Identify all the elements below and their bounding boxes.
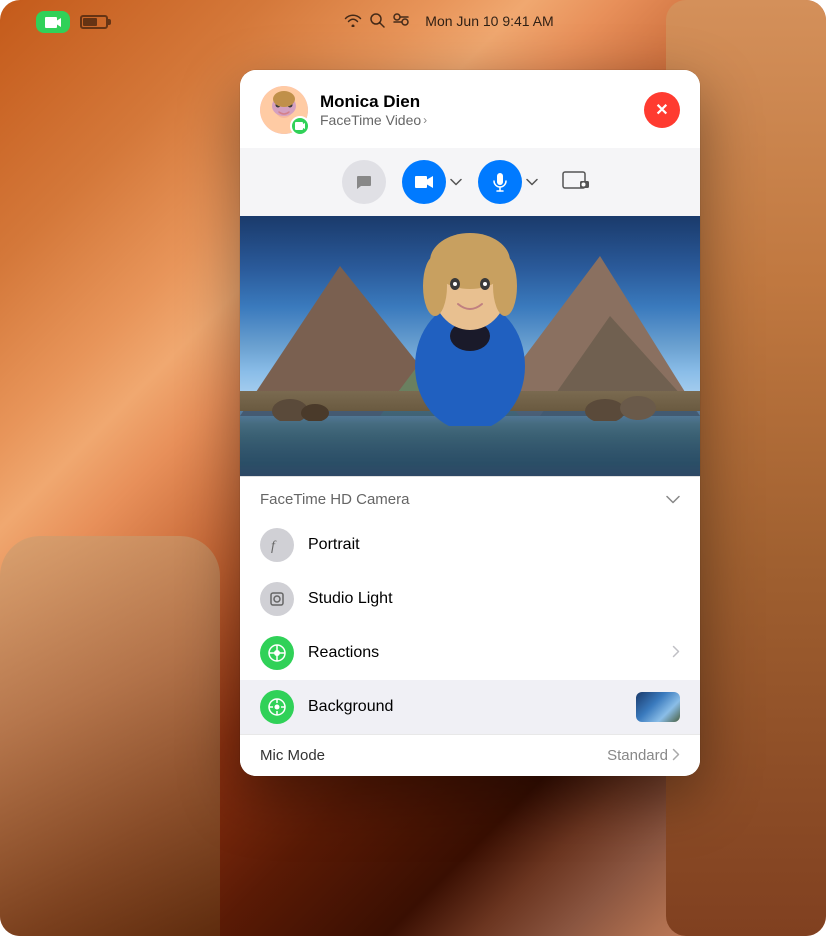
reactions-right	[672, 645, 680, 661]
studio-light-label: Studio Light	[308, 590, 680, 608]
camera-header[interactable]: FaceTime HD Camera	[240, 477, 700, 518]
svg-text:f: f	[271, 539, 277, 554]
menubar-left	[36, 11, 108, 33]
menu-item-reactions[interactable]: Reactions	[240, 626, 700, 680]
video-button-bubble	[402, 160, 446, 204]
camera-label: FaceTime HD Camera	[260, 491, 409, 508]
mic-control-group	[478, 160, 538, 204]
call-info: Monica Dien FaceTime Video ›	[320, 92, 632, 128]
mic-mode-right: Standard	[607, 747, 680, 764]
mic-chevron[interactable]	[526, 175, 538, 189]
portrait-label: Portrait	[308, 536, 680, 554]
studio-light-icon	[260, 582, 294, 616]
background-icon	[260, 690, 294, 724]
mic-button-bubble	[478, 160, 522, 204]
caller-name: Monica Dien	[320, 92, 632, 112]
rocks-left	[270, 391, 330, 421]
menubar-wrapper: Mon Jun 10 9:41 AM	[20, 0, 806, 44]
avatar-badge	[290, 116, 310, 136]
mic-mode-row[interactable]: Mic Mode Standard	[240, 734, 700, 776]
video-button[interactable]	[402, 160, 446, 204]
background-label: Background	[308, 698, 622, 716]
background-thumbnail	[636, 692, 680, 722]
menubar-center: Mon Jun 10 9:41 AM	[108, 13, 790, 32]
spotlight-icon[interactable]	[370, 13, 385, 32]
mic-button[interactable]	[478, 160, 522, 204]
share-screen-button-icon	[554, 160, 598, 204]
video-chevron[interactable]	[450, 175, 462, 189]
mic-mode-label: Mic Mode	[260, 747, 325, 764]
dropdown-menu: FaceTime HD Camera f Portrait	[240, 476, 700, 776]
message-button[interactable]	[342, 160, 386, 204]
battery-icon	[80, 15, 108, 29]
facetime-menubar-icon[interactable]	[36, 11, 70, 33]
mic-mode-value: Standard	[607, 747, 668, 764]
menubar-datetime: Mon Jun 10 9:41 AM	[425, 13, 553, 32]
background-right	[636, 692, 680, 722]
control-center-icon[interactable]	[393, 13, 409, 32]
wifi-icon	[344, 13, 362, 32]
call-type[interactable]: FaceTime Video ›	[320, 112, 632, 128]
portrait-icon: f	[260, 528, 294, 562]
menu-item-portrait[interactable]: f Portrait	[240, 518, 700, 572]
video-area	[240, 216, 700, 476]
close-button[interactable]: ✕	[644, 92, 680, 128]
menu-item-background[interactable]: Background	[240, 680, 700, 734]
call-type-chevron: ›	[423, 113, 427, 127]
facetime-window: Monica Dien FaceTime Video › ✕	[240, 70, 700, 776]
desktop-decoration-left	[0, 536, 220, 936]
video-control-group	[402, 160, 462, 204]
rocks-right	[580, 386, 660, 421]
camera-chevron	[666, 492, 680, 507]
reactions-icon	[260, 636, 294, 670]
share-screen-button[interactable]	[554, 160, 598, 204]
screen-frame: Mon Jun 10 9:41 AM	[0, 0, 826, 936]
menubar: Mon Jun 10 9:41 AM	[0, 0, 826, 44]
controls-bar	[240, 148, 700, 216]
menu-item-studio-light[interactable]: Studio Light	[240, 572, 700, 626]
person-figure	[390, 216, 550, 426]
message-button-bubble	[342, 160, 386, 204]
avatar-container	[260, 86, 308, 134]
call-header: Monica Dien FaceTime Video › ✕	[240, 70, 700, 148]
reactions-label: Reactions	[308, 644, 658, 662]
call-type-label: FaceTime Video	[320, 112, 421, 128]
mic-mode-chevron	[672, 748, 680, 764]
background-thumbnail-image	[636, 692, 680, 722]
reactions-chevron	[672, 645, 680, 661]
